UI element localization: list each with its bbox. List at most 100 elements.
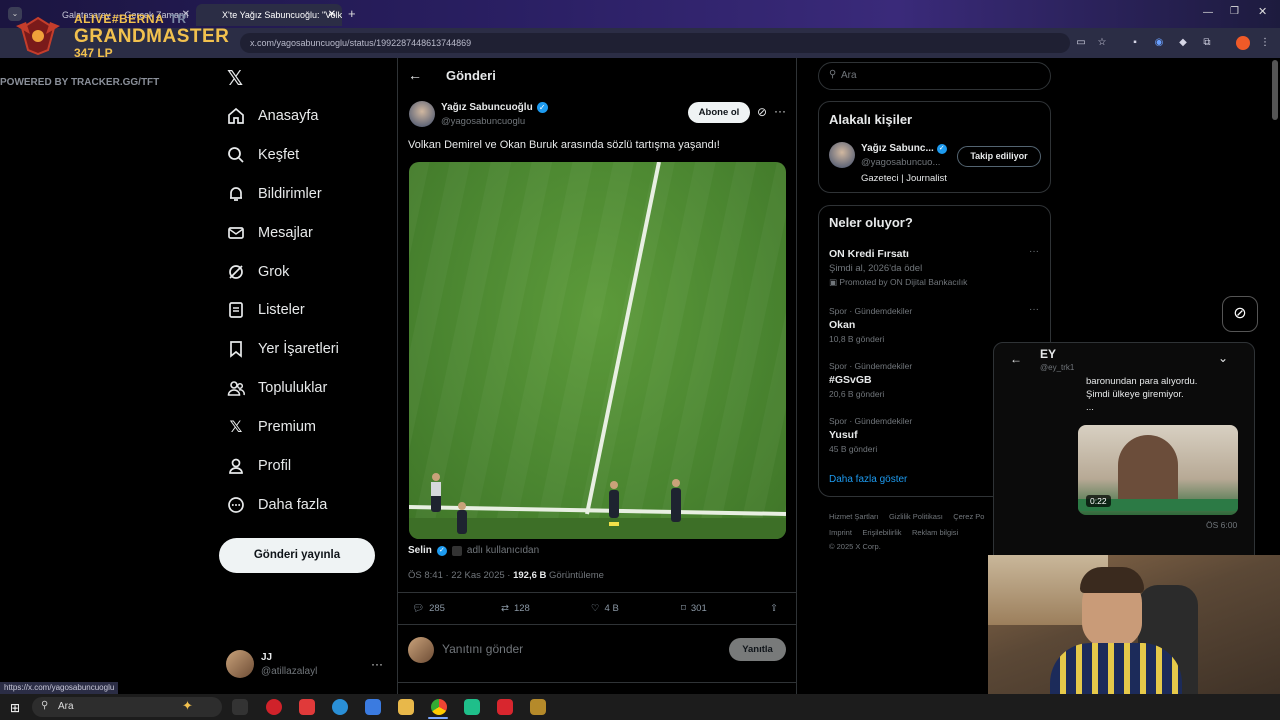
author-avatar[interactable] [409, 101, 435, 127]
extension-icon[interactable]: ◉ [1152, 36, 1166, 50]
search-icon [226, 145, 246, 165]
bookmark-action[interactable]: ⌑ 301 [681, 603, 707, 614]
new-tab-icon[interactable]: + [348, 6, 356, 21]
nav-label: Keşfet [258, 147, 300, 163]
more-icon[interactable]: ··· [1029, 304, 1039, 315]
opera-icon[interactable] [266, 699, 282, 715]
author-handle[interactable]: @yagosabuncuoglu [441, 116, 525, 127]
author-name-row[interactable]: Yağız Sabuncuoğlu ✓ [441, 102, 548, 113]
nav-item-lists[interactable]: Listeler [226, 297, 305, 323]
trend-item[interactable]: Spor · Gündemdekiler Yusuf 45 B gönderi [829, 416, 912, 454]
grok-icon[interactable]: ⊘ [757, 105, 767, 119]
league-icon[interactable] [530, 699, 546, 715]
more-icon[interactable]: ··· [774, 104, 786, 118]
footer-link[interactable]: Erişilebilirlik [862, 528, 901, 537]
footer-link[interactable]: Imprint [829, 528, 852, 537]
reply-input[interactable]: Yanıtını gönder [442, 642, 523, 656]
app-icon[interactable] [497, 699, 513, 715]
nav-item-profile[interactable]: Profil [226, 453, 291, 479]
trend-title: Yusuf [829, 429, 858, 441]
avatar[interactable] [226, 650, 254, 678]
nav-label: Bildirimler [258, 186, 322, 202]
repost-action[interactable]: ⇄ 128 [501, 603, 530, 614]
cast-icon[interactable]: ▭ [1074, 36, 1088, 50]
windows-start-icon[interactable]: ⊞ [10, 701, 20, 715]
extension-icon[interactable]: ◆ [1176, 36, 1190, 50]
view-label: Görüntüleme [549, 570, 604, 581]
more-icon[interactable]: ··· [371, 657, 383, 671]
camera-icon[interactable]: ▪ [1128, 36, 1142, 50]
minimize-icon[interactable]: — [1203, 7, 1213, 18]
profile-avatar[interactable] [1236, 36, 1250, 50]
post-video[interactable] [409, 162, 786, 539]
message-time: ÖS 6:00 [1206, 520, 1238, 530]
nav-item-premium[interactable]: 𝕏 Premium [226, 414, 316, 440]
footer-link[interactable]: Çerez Po [953, 512, 984, 521]
nav-item-explore[interactable]: Keşfet [226, 142, 299, 168]
search-input[interactable]: ⚲ Ara [818, 62, 1051, 90]
ad-sub: Şimdi al, 2026'da ödel [829, 263, 923, 274]
window-close-icon[interactable]: ✕ [1258, 5, 1267, 18]
grok-icon[interactable]: ⊘ [1222, 296, 1258, 332]
ad-promo-text: Promoted by ON Dijital Bankacılık [839, 277, 968, 287]
repost-count: 128 [513, 603, 530, 614]
copyright: © 2025 X Corp. [829, 542, 881, 551]
post-time[interactable]: ÖS 8:41 · 22 Kas 2025 · [408, 570, 510, 581]
following-button[interactable]: Takip ediliyor [957, 146, 1041, 167]
nav-label: Profil [258, 458, 292, 474]
ad-item[interactable]: ON Kredi Fırsatı Şimdi al, 2026'da ödel … [829, 248, 967, 288]
close-icon[interactable]: ✕ [328, 4, 336, 26]
share-icon[interactable]: ⇪ [770, 603, 778, 614]
nav-item-messages[interactable]: Mesajlar [226, 220, 313, 246]
nav-item-more[interactable]: Daha fazla [226, 492, 327, 518]
task-view-icon[interactable] [232, 699, 248, 715]
taskbar-search[interactable]: ⚲ Ara ✦ [32, 697, 222, 717]
edge-icon[interactable] [332, 699, 348, 715]
account-handle: @atillazalayl [261, 666, 318, 677]
chat-video-thumbnail[interactable]: 0:22 [1078, 425, 1238, 515]
more-icon[interactable]: ··· [1029, 246, 1039, 257]
chrome-icon[interactable] [431, 699, 447, 715]
url-field[interactable]: x.com/yagosabuncuoglu/status/19922874486… [240, 33, 1070, 53]
folder-icon[interactable] [398, 699, 414, 715]
back-arrow-icon[interactable]: ← [1010, 352, 1022, 366]
show-more-link[interactable]: Daha fazla göster [829, 474, 907, 485]
trend-item[interactable]: Spor · Gündemdekiler Okan 10,8 B gönderi [829, 306, 912, 344]
like-action[interactable]: ♡ 4 B [591, 603, 619, 614]
app-icon[interactable] [299, 699, 315, 715]
scrollbar-thumb[interactable] [1272, 60, 1278, 120]
mail-icon [226, 223, 246, 243]
back-arrow-icon[interactable]: ← [408, 67, 422, 83]
footer-link[interactable]: Reklam bilgisi [912, 528, 958, 537]
avatar[interactable] [829, 142, 855, 168]
maximize-icon[interactable]: ❐ [1230, 6, 1239, 17]
tag-user[interactable]: Selin [408, 545, 432, 556]
message-line: baronundan para alıyordu. [1086, 376, 1198, 387]
app-icon[interactable] [464, 699, 480, 715]
footer-links: Hizmet Şartları Gizlilik Politikası Çere… [829, 512, 984, 521]
footer-link[interactable]: Hizmet Şartları [829, 512, 879, 521]
x-logo-icon[interactable]: 𝕏 [227, 66, 243, 91]
nav-item-grok[interactable]: Grok [226, 259, 289, 285]
puzzle-icon[interactable]: ⧉ [1200, 36, 1214, 50]
lp-value: 347 LP [74, 46, 113, 60]
nav-item-bookmarks[interactable]: Yer İşaretleri [226, 336, 339, 362]
post-button[interactable]: Gönderi yayınla [219, 538, 375, 573]
nav-item-home[interactable]: Anasayfa [226, 103, 318, 129]
footer-link[interactable]: Gizlilik Politikası [889, 512, 943, 521]
subscribe-button[interactable]: Abone ol [688, 102, 750, 123]
message-ellipsis: ... [1086, 402, 1094, 413]
reply-count: 285 [429, 603, 445, 614]
nav-item-notifications[interactable]: Bildirimler [226, 181, 322, 207]
store-icon[interactable] [365, 699, 381, 715]
menu-icon[interactable]: ⋮ [1258, 36, 1272, 50]
reply-button[interactable]: Yanıtla [729, 638, 786, 661]
trend-item[interactable]: Spor · Gündemdekiler #GSvGB 20,6 B gönde… [829, 361, 912, 399]
related-people-card: Alakalı kişiler Yağız Sabunc... ✓ @yagos… [818, 101, 1051, 193]
collapse-icon[interactable]: ⌄ [1218, 351, 1228, 365]
star-icon[interactable]: ☆ [1095, 36, 1109, 50]
trend-count: 45 B gönderi [829, 444, 878, 454]
related-name-row[interactable]: Yağız Sabunc... ✓ [861, 143, 947, 154]
reply-action[interactable]: 💬︎ 285 [412, 603, 445, 614]
nav-item-communities[interactable]: Topluluklar [226, 375, 327, 401]
